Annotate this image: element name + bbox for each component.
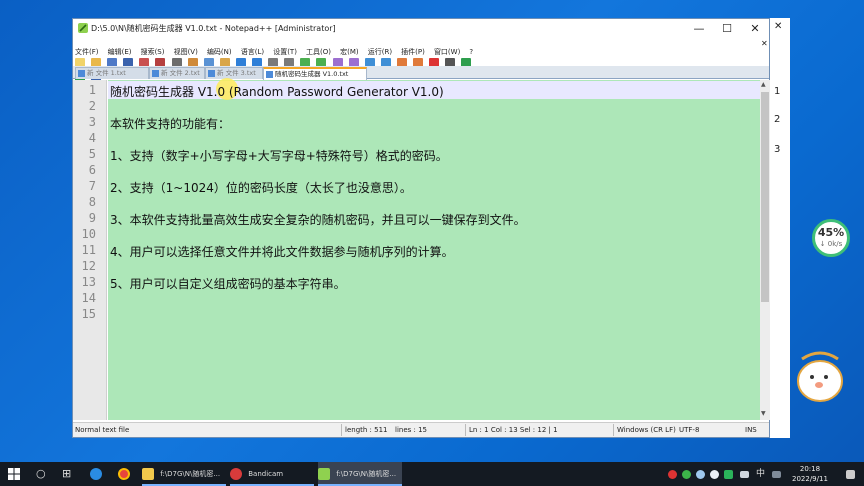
scroll-up-icon[interactable]: ▲ — [761, 81, 766, 88]
tab-new-3[interactable]: 新 文件 3.txt — [205, 67, 263, 79]
tray-app-icon[interactable] — [724, 462, 737, 486]
editor-text-area[interactable]: 随机密码生成器 V1.0 (Random Password Generator … — [108, 78, 760, 420]
editor-line: 2、支持（1~1024）位的密码长度（太长了也没意思）。 — [110, 181, 412, 195]
edge-browser-icon[interactable] — [90, 462, 106, 486]
file-tab-icon — [152, 70, 159, 77]
editor-line: 5、用户可以自定义组成密码的基本字符串。 — [110, 277, 346, 291]
line-number: 13 — [81, 275, 96, 289]
line-number: 14 — [81, 291, 96, 305]
tab-random-password[interactable]: 随机密码生成器 V1.0.txt — [263, 67, 367, 80]
menu-bar: 文件(F) 编辑(E) 搜索(S) 视图(V) 编码(N) 语言(L) 设置(T… — [73, 39, 769, 56]
file-tab-icon — [208, 70, 215, 77]
line-number: 5 — [88, 147, 96, 161]
taskbar-item-label: f:\D7G\N\随机密... — [160, 470, 221, 478]
line-number: 6 — [88, 163, 96, 177]
chrome-browser-icon[interactable] — [118, 462, 134, 486]
vertical-scrollbar[interactable]: ▲ ▼ — [760, 80, 770, 420]
file-tab-icon — [266, 71, 273, 78]
notification-icon[interactable] — [846, 462, 859, 486]
status-separator — [341, 424, 342, 436]
tab-label: 新 文件 2.txt — [161, 69, 200, 77]
tray-record-icon[interactable] — [668, 462, 681, 486]
background-line-1: 1 — [774, 86, 781, 97]
tray-wechat-icon[interactable] — [682, 462, 695, 486]
clock-time: 20:18 — [799, 465, 821, 473]
line-number: 7 — [88, 179, 96, 193]
line-number: 12 — [81, 259, 96, 273]
network-icon[interactable] — [740, 462, 753, 486]
background-line-2: 2 — [774, 114, 781, 125]
status-separator — [613, 424, 614, 436]
input-method-indicator[interactable]: 中 — [756, 462, 765, 486]
notepadpp-window: D:\5.0\N\随机密码生成器 V1.0.txt - Notepad++ [A… — [72, 18, 770, 438]
line-number: 11 — [81, 243, 96, 257]
task-view-icon[interactable]: ⊞ — [62, 462, 71, 486]
scrollbar-thumb[interactable] — [761, 92, 769, 302]
file-tab-icon — [78, 70, 85, 77]
status-length: length : 511 — [345, 426, 388, 434]
close-tab-x-icon[interactable]: ✕ — [761, 39, 768, 48]
title-bar: D:\5.0\N\随机密码生成器 V1.0.txt - Notepad++ [A… — [73, 19, 769, 38]
window-title: D:\5.0\N\随机密码生成器 V1.0.txt - Notepad++ [A… — [91, 24, 336, 33]
status-bar: Normal text file length : 511 lines : 15… — [73, 422, 769, 437]
line-number: 8 — [88, 195, 96, 209]
minimize-button[interactable]: — — [685, 19, 713, 38]
notepadpp-icon — [318, 468, 330, 480]
gauge-unit: ↓ 0k/s — [819, 240, 843, 248]
status-encoding[interactable]: UTF-8 — [679, 426, 699, 434]
status-file-type: Normal text file — [75, 426, 130, 434]
desktop-pet-mascot-icon[interactable] — [792, 345, 848, 407]
taskbar-bandicam-item[interactable]: Bandicam — [230, 462, 314, 486]
editor-line: 随机密码生成器 V1.0 (Random Password Generator … — [110, 85, 444, 99]
tray-keyboard-icon[interactable] — [772, 462, 785, 486]
tab-label: 新 文件 3.txt — [217, 69, 256, 77]
taskbar-item-label: f:\D7G\N\随机密... — [336, 470, 397, 478]
tab-label: 新 文件 1.txt — [87, 69, 126, 77]
line-number: 10 — [81, 227, 96, 241]
editor-line: 3、本软件支持批量高效生成安全复杂的随机密码，并且可以一键保存到文件。 — [110, 213, 526, 227]
line-number: 15 — [81, 307, 96, 321]
tab-new-1[interactable]: 新 文件 1.txt — [75, 67, 149, 79]
tray-qq-icon[interactable] — [710, 462, 723, 486]
taskbar: ○ ⊞ f:\D7G\N\随机密... Bandicam f:\D7G\N\随机… — [0, 462, 864, 486]
line-number: 2 — [88, 99, 96, 113]
status-eol[interactable]: Windows (CR LF) — [617, 426, 676, 434]
status-separator — [465, 424, 466, 436]
toolbar — [75, 52, 475, 87]
clock-date: 2022/9/11 — [792, 475, 828, 483]
background-line-3: 3 — [774, 144, 781, 155]
system-clock[interactable]: 20:18 2022/9/11 — [792, 464, 828, 484]
line-number-gutter: 1 2 3 4 5 6 7 8 9 10 11 12 13 14 15 — [73, 80, 107, 420]
bandicam-record-icon — [230, 468, 242, 480]
scroll-down-icon[interactable]: ▼ — [761, 410, 766, 417]
background-window-close-icon[interactable]: ✕ — [774, 21, 782, 32]
tab-label: 随机密码生成器 V1.0.txt — [275, 70, 349, 78]
status-lines: lines : 15 — [395, 426, 427, 434]
editor-line: 4、用户可以选择任意文件并将此文件数据参与随机序列的计算。 — [110, 245, 454, 259]
network-speed-gauge[interactable]: 45% ↓ 0k/s — [812, 219, 850, 257]
taskbar-notepadpp-item[interactable]: f:\D7G\N\随机密... — [318, 462, 402, 486]
tab-new-2[interactable]: 新 文件 2.txt — [149, 67, 205, 79]
search-icon[interactable]: ○ — [36, 462, 46, 486]
windows-start-icon[interactable] — [8, 468, 20, 480]
status-position: Ln : 1 Col : 13 Sel : 12 | 1 — [469, 426, 558, 434]
editor-line: 1、支持（数字+小写字母+大写字母+特殊符号）格式的密码。 — [110, 149, 448, 163]
background-window-edge: ✕ 1 2 3 — [768, 18, 790, 438]
line-number: 3 — [88, 115, 96, 129]
line-number: 4 — [88, 131, 96, 145]
taskbar-item-label: Bandicam — [248, 470, 284, 478]
gauge-percent: 45% — [817, 226, 845, 239]
notepadpp-app-icon — [78, 23, 88, 33]
tab-bar: 新 文件 1.txt 新 文件 2.txt 新 文件 3.txt 随机密码生成器… — [73, 66, 769, 80]
taskbar-explorer-item[interactable]: f:\D7G\N\随机密... — [142, 462, 226, 486]
status-insert-mode: INS — [745, 426, 757, 434]
close-button[interactable]: ✕ — [741, 19, 769, 38]
editor-line: 本软件支持的功能有： — [110, 117, 231, 131]
maximize-button[interactable]: ☐ — [713, 19, 741, 38]
line-number: 1 — [88, 83, 96, 97]
folder-icon — [142, 468, 154, 480]
line-number: 9 — [88, 211, 96, 225]
tray-cloud-icon[interactable] — [696, 462, 709, 486]
